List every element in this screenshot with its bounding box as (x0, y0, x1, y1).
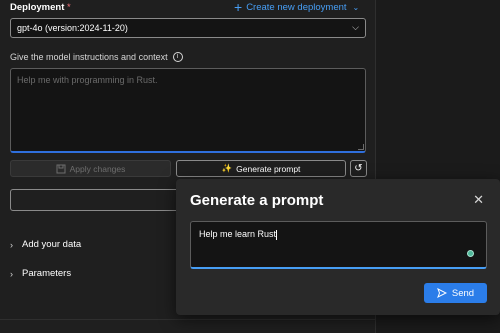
apply-changes-button[interactable]: Apply changes (10, 160, 171, 177)
send-button[interactable]: Send (424, 283, 487, 303)
deployment-select[interactable]: gpt-4o (version:2024-11-20) ⌵ (10, 18, 366, 38)
section-label: Add your data (22, 239, 82, 250)
prompt-input-value: Help me learn Rust (199, 229, 277, 239)
section-parameters[interactable]: › Parameters (10, 268, 71, 279)
generate-prompt-dialog: Generate a prompt ✕ Help me learn Rust S… (176, 179, 500, 315)
sparkle-icon: ✨ (221, 163, 233, 173)
chevron-down-icon: ⌄ (352, 2, 360, 12)
dialog-title: Generate a prompt (190, 192, 324, 209)
reset-icon: ↺ (354, 163, 363, 174)
status-dot-icon (467, 250, 474, 257)
instructions-label: Give the model instructions and context … (10, 52, 183, 62)
chevron-right-icon: › (10, 239, 13, 250)
prompt-input[interactable]: Help me learn Rust (190, 221, 487, 269)
section-label: Parameters (22, 268, 72, 279)
deployment-label: Deployment * (10, 2, 71, 13)
plus-icon: + (234, 0, 243, 15)
instructions-label-text: Give the model instructions and context (10, 52, 168, 62)
reset-button[interactable]: ↺ (350, 160, 367, 177)
instructions-placeholder: Help me with programming in Rust. (17, 75, 158, 85)
generate-prompt-button[interactable]: ✨ Generate prompt (176, 160, 346, 177)
create-deployment-link[interactable]: + Create new deployment ⌄ (234, 0, 359, 14)
chevron-down-icon: ⌵ (352, 22, 359, 32)
generate-prompt-label: Generate prompt (236, 163, 301, 174)
divider (0, 319, 376, 320)
required-mark: * (67, 2, 71, 13)
info-icon[interactable]: i (172, 52, 183, 62)
deployment-select-value: gpt-4o (version:2024-11-20) (17, 23, 128, 33)
send-label: Send (451, 287, 475, 299)
save-icon (56, 164, 66, 173)
chevron-right-icon: › (10, 268, 13, 279)
close-icon[interactable]: ✕ (473, 192, 484, 208)
resize-grip-icon[interactable] (358, 144, 364, 150)
instructions-textarea[interactable]: Help me with programming in Rust. (10, 68, 366, 153)
text-caret (276, 229, 278, 240)
send-icon (436, 288, 447, 298)
deployment-label-text: Deployment (10, 2, 65, 13)
create-deployment-label: Create new deployment (246, 1, 347, 13)
apply-changes-label: Apply changes (69, 163, 126, 174)
section-add-your-data[interactable]: › Add your data (10, 239, 81, 250)
